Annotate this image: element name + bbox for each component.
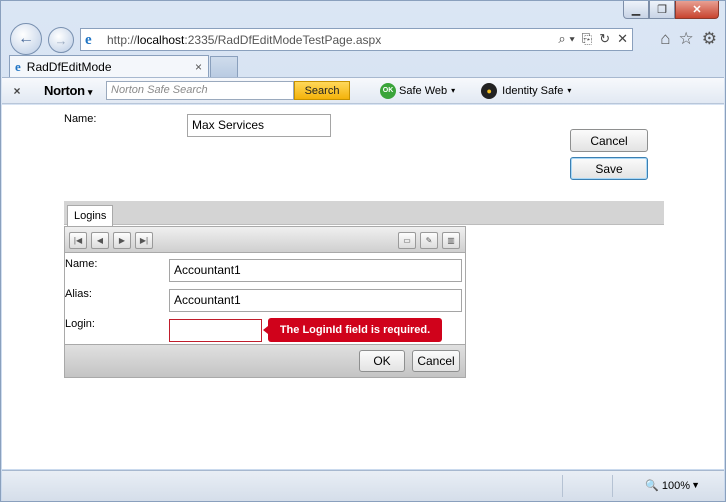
login-name-label: Name: — [65, 258, 98, 270]
browser-window: ▁ ❐ ✕ ← → e http://localhost:2335/RadDfE… — [0, 0, 726, 502]
last-page-icon[interactable]: ▶| — [135, 232, 153, 249]
forward-button[interactable]: → — [48, 27, 74, 53]
name-input[interactable]: Max Services — [187, 114, 331, 137]
tools-gear-icon[interactable]: ⚙ — [702, 29, 717, 49]
next-page-icon[interactable]: ▶ — [113, 232, 131, 249]
chevron-down-icon: ▾ — [451, 86, 456, 95]
alias-label: Alias: — [65, 288, 92, 300]
toolbar-close-icon[interactable]: × — [6, 84, 28, 98]
ok-badge-icon: OK — [380, 82, 397, 99]
url-path: :2335/RadDfEditModeTestPage.aspx — [184, 32, 382, 47]
validation-error-tooltip: The LoginId field is required. — [263, 318, 442, 342]
tab-ie-icon: e — [15, 58, 21, 74]
window-controls: ▁ ❐ ✕ — [623, 1, 719, 19]
minimize-button[interactable]: ▁ — [623, 1, 649, 19]
refresh-icon[interactable]: ↻ — [599, 31, 610, 47]
delete-trash-icon[interactable]: ▥ — [442, 232, 460, 249]
zoom-level: 100% — [661, 479, 690, 492]
first-page-icon[interactable]: |◀ — [69, 232, 87, 249]
save-button[interactable]: Save — [570, 157, 648, 180]
identity-safe-menu[interactable]: ● Identity Safe ▾ — [481, 82, 572, 99]
identity-safe-label: Identity Safe — [502, 84, 564, 97]
close-window-button[interactable]: ✕ — [675, 1, 719, 19]
address-bar[interactable]: e http://localhost:2335/RadDfEditModeTes… — [80, 28, 633, 51]
compatibility-icon[interactable]: ⎘ — [582, 31, 592, 47]
login-input[interactable] — [169, 319, 262, 342]
edit-pencil-icon[interactable]: ✎ — [420, 232, 438, 249]
url-host: localhost — [137, 32, 185, 47]
tab-active[interactable]: e RadDfEditMode × — [9, 55, 209, 77]
status-divider — [612, 475, 613, 497]
address-tools: ⌕ ▾ ⎘ ↻ ✕ — [558, 31, 628, 47]
pager-toolbar: |◀ ◀ ▶ ▶| ▭ ✎ ▥ — [65, 227, 465, 253]
tab-title: RadDfEditMode — [26, 59, 112, 74]
zoom-control[interactable]: 🔍 100% — [645, 479, 690, 493]
zoom-magnifier-icon: 🔍 — [645, 480, 659, 492]
maximize-button[interactable]: ❐ — [649, 1, 675, 19]
name-label: Name: — [64, 113, 97, 125]
ie-page-icon: e — [85, 31, 92, 48]
chevron-down-icon: ▾ — [87, 87, 93, 97]
panel-footer: OK Cancel — [65, 344, 465, 377]
status-divider — [562, 475, 563, 497]
panel-cancel-button[interactable]: Cancel — [412, 350, 460, 372]
ok-button[interactable]: OK — [359, 350, 405, 372]
url-prefix: http:// — [107, 32, 138, 47]
forward-arrow-icon: → — [54, 32, 68, 48]
status-bar: 🔍 100% ▼ — [2, 470, 724, 501]
cancel-button[interactable]: Cancel — [570, 129, 648, 152]
norton-toolbar: × Norton ▾ Norton Safe Search Search OK S… — [2, 77, 724, 104]
browser-right-icons: ⌂ ☆ ⚙ — [660, 29, 717, 49]
norton-menu[interactable]: Norton ▾ — [44, 83, 92, 98]
login-name-input[interactable]: Accountant1 — [169, 259, 462, 282]
new-tab-button[interactable] — [210, 56, 238, 77]
new-item-icon[interactable]: ▭ — [398, 232, 416, 249]
stop-icon[interactable]: ✕ — [617, 31, 628, 47]
login-label: Login: — [65, 318, 95, 330]
back-arrow-icon: ← — [18, 30, 34, 47]
alias-input[interactable]: Accountant1 — [169, 289, 462, 312]
page-content: Name: Max Services Cancel Save Logins |◀… — [2, 105, 724, 469]
search-dropdown-icon[interactable]: ⌕ ▾ — [558, 31, 574, 47]
home-icon[interactable]: ⌂ — [660, 29, 670, 49]
back-button[interactable]: ← — [10, 23, 42, 55]
tab-strip: Logins — [64, 201, 664, 226]
lock-icon: ● — [481, 82, 498, 99]
norton-search-input[interactable]: Norton Safe Search — [106, 81, 295, 100]
favorites-star-icon[interactable]: ☆ — [679, 29, 694, 49]
safe-web-label: Safe Web — [399, 84, 448, 97]
norton-search-button[interactable]: Search — [294, 81, 351, 100]
logins-edit-panel: |◀ ◀ ▶ ▶| ▭ ✎ ▥ Name: Accountant1 Alias:… — [64, 226, 466, 378]
chevron-down-icon[interactable]: ▼ — [691, 480, 700, 490]
tab-logins[interactable]: Logins — [67, 205, 114, 226]
safe-web-menu[interactable]: OK Safe Web ▾ — [380, 82, 456, 99]
norton-brand: Norton — [44, 83, 85, 98]
tab-close-icon[interactable]: × — [195, 60, 202, 74]
prev-page-icon[interactable]: ◀ — [91, 232, 109, 249]
chevron-down-icon: ▾ — [567, 86, 572, 95]
